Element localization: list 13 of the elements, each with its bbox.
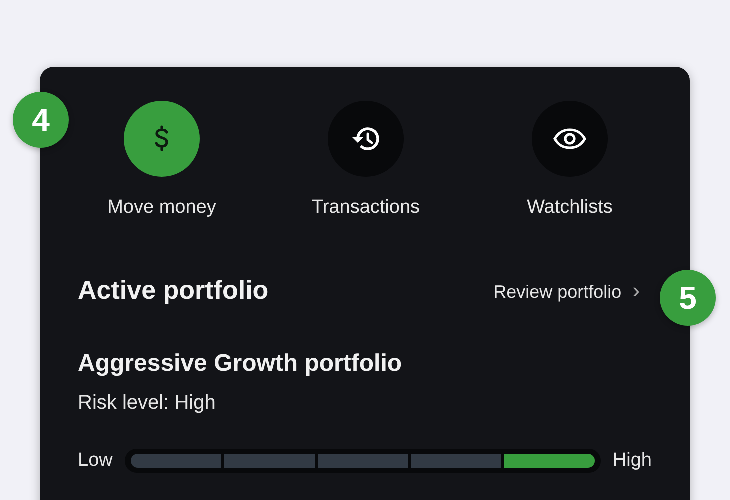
action-button[interactable]: Transactions [264,101,468,219]
high-label: High [612,450,652,472]
review-portfolio-link[interactable]: Review portfolio › [494,278,640,304]
step-badge: 4 [13,92,69,148]
dollar-icon [153,124,171,154]
portfolio-name: Aggressive Growth portfolio [78,350,404,378]
history-icon [350,125,382,153]
section-title: Active portfolio [78,275,269,306]
step-badge: 5 [660,270,716,326]
low-label: Low [78,450,113,472]
eye-icon [553,128,587,150]
action-button[interactable]: Watchlists [468,101,672,219]
risk-level-text: Risk level: High [78,392,217,415]
